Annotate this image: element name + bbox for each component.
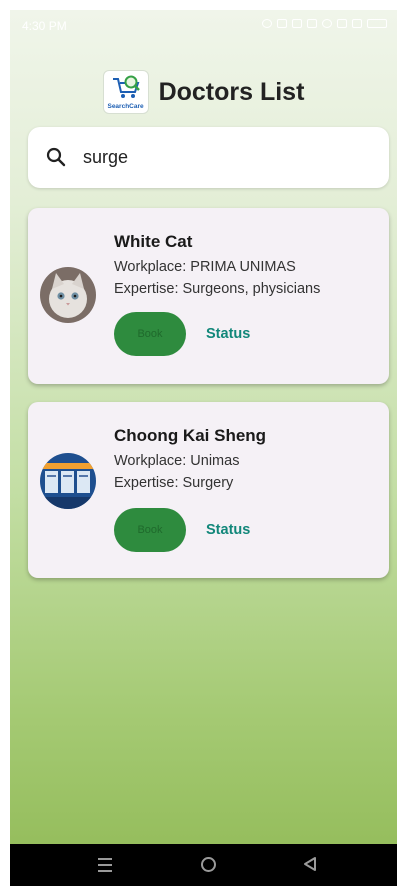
status-icons [262,19,387,28]
doctor-name: Choong Kai Sheng [114,426,267,445]
status-bar: 4:30 PM [10,10,397,40]
cat-photo-icon [40,267,96,323]
doctor-expertise: Expertise: Surgery [114,475,234,491]
back-icon[interactable] [303,856,317,872]
status-button[interactable]: Status [206,522,250,538]
doctor-workplace: Workplace: PRIMA UNIMAS [114,259,296,275]
doctor-card[interactable]: White Cat Workplace: PRIMA UNIMAS Expert… [28,208,389,384]
app-screen: 4:30 PM SearchCare Doctors List surge Wh… [10,10,397,886]
doctor-card[interactable]: Choong Kai Sheng Workplace: Unimas Exper… [28,402,389,578]
search-input[interactable] [83,140,373,174]
search-icon[interactable] [46,147,66,167]
status-time: 4:30 PM [22,19,67,33]
app-header: SearchCare Doctors List [10,68,397,116]
searchcare-logo: SearchCare [102,70,149,114]
cart-search-icon [112,75,140,98]
nfc-icon [277,19,287,28]
home-icon[interactable] [201,857,216,872]
book-button[interactable]: Book [114,508,186,552]
page-title: Doctors List [158,77,305,106]
bluetooth-icon [292,19,302,28]
doctor-workplace: Workplace: Unimas [114,453,240,469]
recent-apps-icon[interactable] [98,858,112,876]
data-speed-icon [307,19,317,28]
wifi-icon [322,19,332,28]
poster-photo-icon [40,453,96,509]
book-button[interactable]: Book [114,312,186,356]
doctor-avatar [40,453,96,509]
signal-icon [337,19,347,28]
battery-icon [367,19,387,28]
signal-2-icon [352,19,362,28]
system-nav-bar [10,844,397,886]
doctor-expertise: Expertise: Surgeons, physicians [114,281,321,297]
doctor-name: White Cat [114,232,193,251]
search-bar[interactable] [28,127,389,188]
status-button[interactable]: Status [206,326,250,342]
alarm-icon [262,19,272,28]
doctor-avatar [40,267,96,323]
logo-text: SearchCare [107,103,144,110]
